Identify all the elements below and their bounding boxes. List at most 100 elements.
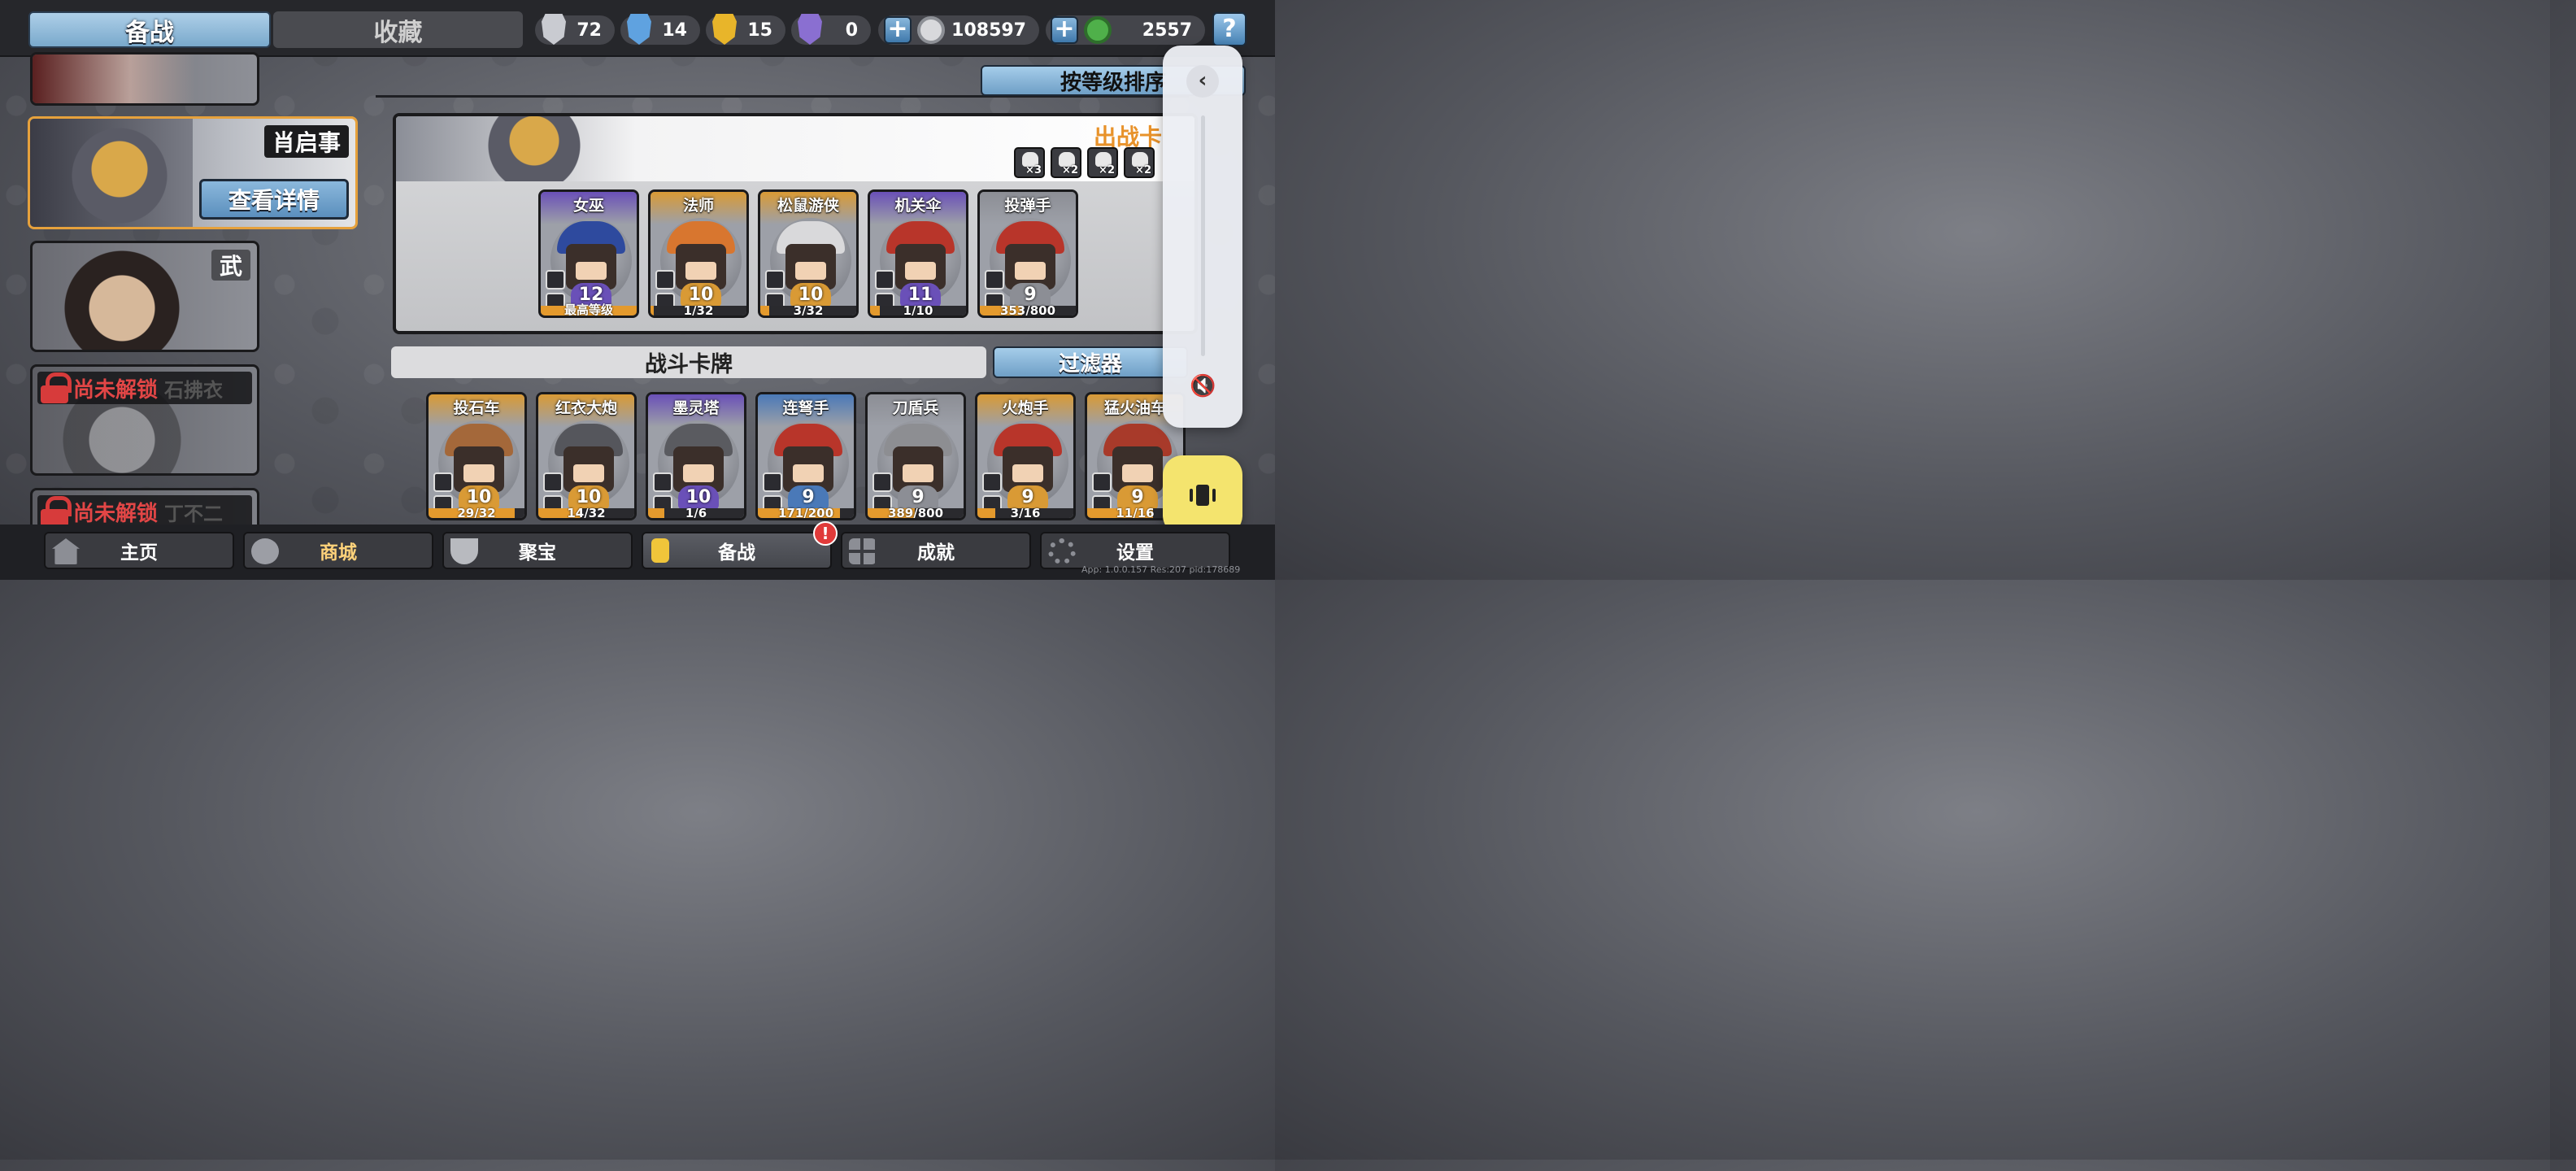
nav-shop[interactable]: 商城	[243, 532, 433, 569]
cards-icon	[651, 538, 669, 563]
nav-label: 成就	[917, 542, 955, 564]
filter-button[interactable]: 过滤器	[993, 346, 1188, 378]
trait-badge[interactable]: ×3	[1014, 147, 1045, 178]
nav-home[interactable]: 主页	[44, 532, 234, 569]
commander-name: 石拂衣	[164, 378, 224, 402]
tab-prep[interactable]: 备战	[28, 11, 271, 48]
nav-label: 主页	[120, 542, 158, 564]
unit-name: 法师	[682, 197, 714, 215]
unit-name: 女巫	[572, 197, 604, 215]
purple-shield-icon	[798, 14, 822, 45]
collapse-chevron-icon[interactable]: ‹	[1186, 65, 1219, 98]
resource-purple-shield: 0	[791, 14, 871, 45]
unit-name: 火炮手	[1002, 399, 1049, 417]
commander-portrait	[30, 119, 193, 227]
unit-trait-icon	[653, 472, 672, 492]
unit-card[interactable]: 连弩手 9 171/200	[755, 392, 856, 520]
nav-label: 设置	[1116, 542, 1154, 564]
unit-name: 机关伞	[894, 197, 942, 215]
add-silver-button[interactable]: +	[884, 16, 912, 44]
treasure-bowl-icon	[450, 538, 478, 564]
unit-trait-icon	[543, 472, 563, 492]
unit-progress-text: 171/200	[777, 506, 834, 520]
unit-name: 墨灵塔	[672, 399, 720, 417]
locked-banner: 尚未解锁 石拂衣	[37, 372, 252, 404]
add-jade-button[interactable]: +	[1051, 16, 1078, 44]
deck-panel: 出战卡 ×3 ×2 ×2 ×2 女巫 12 最高等级 法师 10 1/32 松鼠游侠 10 3/…	[393, 113, 1198, 334]
volume-slider[interactable]	[1201, 115, 1205, 356]
unit-trait-icon	[985, 270, 1004, 289]
resource-value: 15	[747, 20, 772, 41]
gear-icon	[1048, 538, 1076, 564]
help-button[interactable]: ?	[1212, 12, 1247, 46]
commander-name: 武	[211, 250, 250, 281]
unit-card[interactable]: 刀盾兵 9 389/800	[865, 392, 966, 520]
lock-icon	[41, 372, 72, 403]
pagoda-icon	[52, 538, 80, 564]
unit-card[interactable]: 机关伞 11 1/10	[868, 189, 968, 318]
unit-trait-icon	[546, 270, 565, 289]
mute-speaker-icon[interactable]: 🔇	[1190, 374, 1216, 403]
unit-progress-text: 14/32	[567, 506, 606, 520]
locked-label: 尚未解锁	[73, 377, 159, 403]
alert-badge: !	[813, 521, 838, 546]
view-details-button[interactable]: 查看详情	[199, 179, 349, 220]
unit-card[interactable]: 红衣大炮 10 14/32	[536, 392, 637, 520]
commander-portrait	[33, 54, 195, 103]
trait-badge[interactable]: ×2	[1124, 147, 1155, 178]
nav-achievements[interactable]: 成就	[841, 532, 1031, 569]
floating-sound-panel: ‹ 🔇	[1163, 46, 1242, 428]
commander-name: 肖启事	[263, 125, 349, 158]
unit-card[interactable]: 投石车 10 29/32	[426, 392, 527, 520]
tab-collection[interactable]: 收藏	[273, 11, 523, 48]
blue-crystal-shield-icon	[627, 14, 651, 45]
nav-label: 聚宝	[519, 542, 556, 564]
jade-coin-icon	[1084, 16, 1112, 44]
nav-treasure[interactable]: 聚宝	[442, 532, 633, 569]
unit-trait-icon	[765, 270, 785, 289]
deck-header: 出战卡 ×3 ×2 ×2 ×2	[396, 116, 1194, 181]
unit-progress-text: 353/800	[999, 303, 1056, 318]
commander-card-partial[interactable]	[30, 52, 259, 106]
unit-card[interactable]: 墨灵塔 10 1/6	[646, 392, 746, 520]
unit-name: 连弩手	[782, 399, 829, 417]
commander-card-locked[interactable]: 尚未解锁 石拂衣	[30, 364, 259, 476]
coins-icon	[251, 538, 279, 564]
nav-label: 备战	[718, 542, 755, 564]
unit-card[interactable]: 火炮手 9 3/16	[975, 392, 1076, 520]
unit-progress-text: 最高等级	[564, 303, 613, 317]
unit-card[interactable]: 法师 10 1/32	[648, 189, 749, 318]
achievement-grid-icon	[849, 538, 877, 564]
unit-card[interactable]: 松鼠游侠 10 3/32	[758, 189, 859, 318]
locked-label: 尚未解锁	[73, 501, 159, 526]
unit-name: 投石车	[453, 399, 500, 417]
commander-name: 丁不二	[164, 502, 224, 525]
jade-coin-value: 2557	[1142, 20, 1192, 41]
unit-trait-icon	[982, 472, 1002, 492]
resource-value: 14	[662, 20, 687, 41]
unit-trait-icon	[875, 270, 894, 289]
unit-progress-text: 1/10	[903, 303, 933, 318]
vibrate-button[interactable]	[1163, 455, 1242, 535]
resource-value: 0	[845, 20, 858, 41]
trait-badge[interactable]: ×2	[1087, 147, 1118, 178]
silver-shield-icon	[542, 14, 566, 45]
commander-portrait	[33, 243, 195, 350]
commander-card[interactable]: 武	[30, 241, 259, 352]
unit-trait-icon	[872, 472, 892, 492]
unit-progress-text: 389/800	[887, 506, 944, 520]
unit-name: 红衣大炮	[555, 399, 617, 417]
resource-silver-shield: 72	[535, 14, 615, 45]
trait-badge[interactable]: ×2	[1051, 147, 1081, 178]
unit-card[interactable]: 投弹手 9 353/800	[977, 189, 1078, 318]
unit-trait-icon	[763, 472, 782, 492]
version-text: App: 1.0.0.157 Res:207 pid:178689	[1081, 564, 1241, 575]
unit-trait-icon	[1092, 472, 1112, 492]
unit-card[interactable]: 女巫 12 最高等级	[538, 189, 639, 318]
unit-progress-text: 1/32	[683, 303, 714, 318]
top-bar: 备战 收藏 72 14 15 0 108597 + 2557 + ?	[0, 0, 1275, 57]
locked-banner: 尚未解锁 丁不二	[37, 495, 252, 528]
commander-card-selected[interactable]: 肖启事 查看详情	[28, 116, 358, 229]
nav-prep[interactable]: 备战	[642, 532, 832, 569]
lock-icon	[41, 496, 72, 527]
